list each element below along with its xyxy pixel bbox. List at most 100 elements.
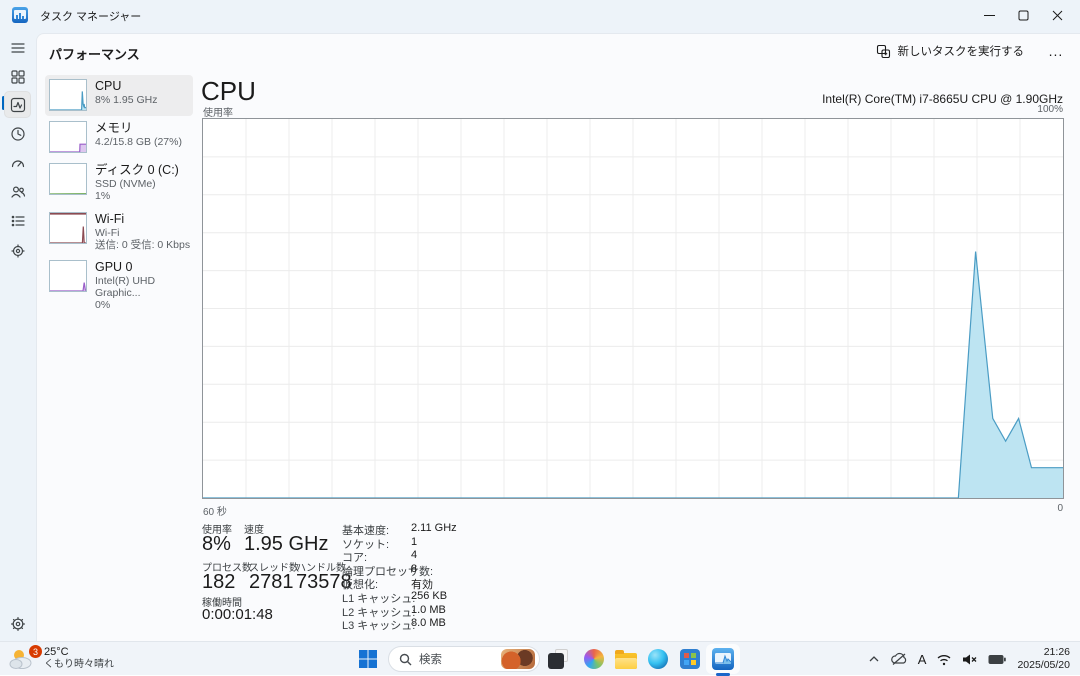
file-explorer-icon xyxy=(615,653,637,669)
usage-value: 8% xyxy=(202,533,231,556)
nav-startup-apps[interactable] xyxy=(4,149,31,176)
volume-muted-icon xyxy=(962,653,978,666)
axis-usage-label: 使用率 xyxy=(203,104,233,119)
windows-logo-icon xyxy=(358,649,378,669)
run-new-task-label: 新しいタスクを実行する xyxy=(898,43,1025,59)
taskbar: 3 25°C くもり時々晴れ 検索 xyxy=(0,641,1080,675)
sidebar-disk-title: ディスク 0 (C:) xyxy=(95,163,179,178)
axis-60s-label: 60 秒 xyxy=(203,503,227,518)
users-icon xyxy=(10,184,26,200)
notification-badge: 3 xyxy=(29,645,42,658)
sidebar-item-cpu[interactable]: CPU 8% 1.95 GHz xyxy=(45,75,193,116)
run-new-task-icon xyxy=(876,44,891,59)
axis-max-label: 100% xyxy=(1037,104,1063,115)
sidebar-memory-stats: 4.2/15.8 GB (27%) xyxy=(95,136,182,148)
nav-details[interactable] xyxy=(4,207,31,234)
taskbar-task-manager-active[interactable] xyxy=(706,644,740,674)
tray-onedrive[interactable] xyxy=(890,652,908,666)
taskbar-store-app[interactable] xyxy=(678,647,702,671)
system-tray: A 21:26 2025/05/20 xyxy=(863,642,1080,676)
sidebar-item-memory[interactable]: メモリ 4.2/15.8 GB (27%) xyxy=(45,117,193,159)
cpu-model: Intel(R) Core(TM) i7-8665U CPU @ 1.90GHz xyxy=(822,92,1063,106)
cpu-heading: CPU xyxy=(201,76,256,107)
cpu-mini-chart xyxy=(49,79,87,111)
startup-gauge-icon xyxy=(10,155,26,171)
settings-button[interactable] xyxy=(4,610,31,637)
sidebar-item-gpu[interactable]: GPU 0 Intel(R) UHD Graphic... 0% xyxy=(45,256,193,302)
dark-app-icon xyxy=(548,649,568,669)
services-gear-icon xyxy=(10,243,26,259)
wifi-icon xyxy=(936,653,952,666)
nav-users[interactable] xyxy=(4,178,31,205)
processes-value: 182 xyxy=(202,571,235,594)
tray-wifi[interactable] xyxy=(936,653,952,666)
axis-0-label: 0 xyxy=(1057,503,1063,514)
sidebar-disk-usage: 1% xyxy=(95,190,179,202)
performance-icon xyxy=(10,97,26,113)
menu-button[interactable] xyxy=(4,34,31,61)
sidebar-cpu-stats: 8% 1.95 GHz xyxy=(95,94,157,106)
maximize-icon xyxy=(1018,10,1029,21)
taskbar-file-explorer[interactable] xyxy=(614,647,638,671)
tray-volume[interactable] xyxy=(962,653,978,666)
more-options-button[interactable]: ... xyxy=(1040,38,1072,64)
ime-mode-letter: A xyxy=(918,652,927,667)
search-placeholder: 検索 xyxy=(419,651,501,667)
onedrive-paused-icon xyxy=(890,652,908,666)
search-highlight-image xyxy=(501,649,535,669)
task-manager-app-icon xyxy=(12,7,28,23)
taskbar-edge[interactable] xyxy=(646,647,670,671)
tray-chevron-button[interactable] xyxy=(868,655,880,663)
sidebar-gpu-title: GPU 0 xyxy=(95,260,193,275)
history-icon xyxy=(10,126,26,142)
tray-battery[interactable] xyxy=(988,654,1006,665)
cores-value: 4 xyxy=(411,549,417,561)
tray-ime-mode[interactable]: A xyxy=(918,652,927,667)
edge-icon xyxy=(648,649,668,669)
nav-services[interactable] xyxy=(4,237,31,264)
taskbar-app-dark[interactable] xyxy=(546,647,570,671)
hamburger-menu-icon xyxy=(10,40,26,56)
minimize-icon xyxy=(984,10,995,21)
start-button[interactable] xyxy=(356,647,380,671)
search-box[interactable]: 検索 xyxy=(388,646,540,672)
battery-icon xyxy=(988,654,1006,665)
sidebar-disk-type: SSD (NVMe) xyxy=(95,178,179,190)
nav-app-history[interactable] xyxy=(4,120,31,147)
run-new-task-button[interactable]: 新しいタスクを実行する xyxy=(866,38,1035,64)
sidebar-cpu-title: CPU xyxy=(95,79,157,94)
sidebar-wifi-throughput: 送信: 0 受信: 0 Kbps xyxy=(95,239,190,251)
clock-date: 2025/05/20 xyxy=(1017,659,1070,672)
taskbar-clock[interactable]: 21:26 2025/05/20 xyxy=(1017,646,1070,672)
minimize-button[interactable] xyxy=(972,0,1006,30)
wifi-mini-chart xyxy=(49,212,87,244)
sidebar-item-wifi[interactable]: Wi-Fi Wi-Fi 送信: 0 受信: 0 Kbps xyxy=(45,208,193,256)
sidebar-item-disk[interactable]: ディスク 0 (C:) SSD (NVMe) 1% xyxy=(45,159,193,207)
chevron-up-icon xyxy=(868,655,880,663)
memory-mini-chart xyxy=(49,121,87,153)
weather-condition: くもり時々晴れ xyxy=(44,659,114,671)
nav-processes[interactable] xyxy=(4,63,31,90)
threads-value: 2781 xyxy=(249,571,294,594)
uptime-value: 0:00:01:48 xyxy=(202,606,273,623)
search-icon xyxy=(399,653,412,666)
nav-rail xyxy=(0,30,36,641)
speed-value: 1.95 GHz xyxy=(244,533,328,556)
taskbar-copilot[interactable] xyxy=(582,647,606,671)
cpu-usage-chart xyxy=(202,118,1064,499)
sidebar-gpu-name: Intel(R) UHD Graphic... xyxy=(95,275,193,299)
logical-processors-value: 8 xyxy=(411,563,417,575)
sidebar-gpu-usage: 0% xyxy=(95,299,193,311)
sockets-value: 1 xyxy=(411,536,417,548)
close-button[interactable] xyxy=(1040,0,1074,30)
gear-icon xyxy=(10,616,26,632)
window-title: タスク マネージャー xyxy=(40,8,141,24)
nav-performance[interactable] xyxy=(4,91,31,118)
ellipsis-icon: ... xyxy=(1049,43,1064,59)
content-panel: パフォーマンス 新しいタスクを実行する ... CPU 8% 1.95 GHz … xyxy=(36,33,1080,641)
task-manager-icon xyxy=(712,648,734,670)
maximize-button[interactable] xyxy=(1006,0,1040,30)
weather-widget[interactable]: 3 25°C くもり時々晴れ xyxy=(8,645,114,671)
task-manager-window: タスク マネージャー xyxy=(0,0,1080,641)
gpu-mini-chart xyxy=(49,260,87,292)
